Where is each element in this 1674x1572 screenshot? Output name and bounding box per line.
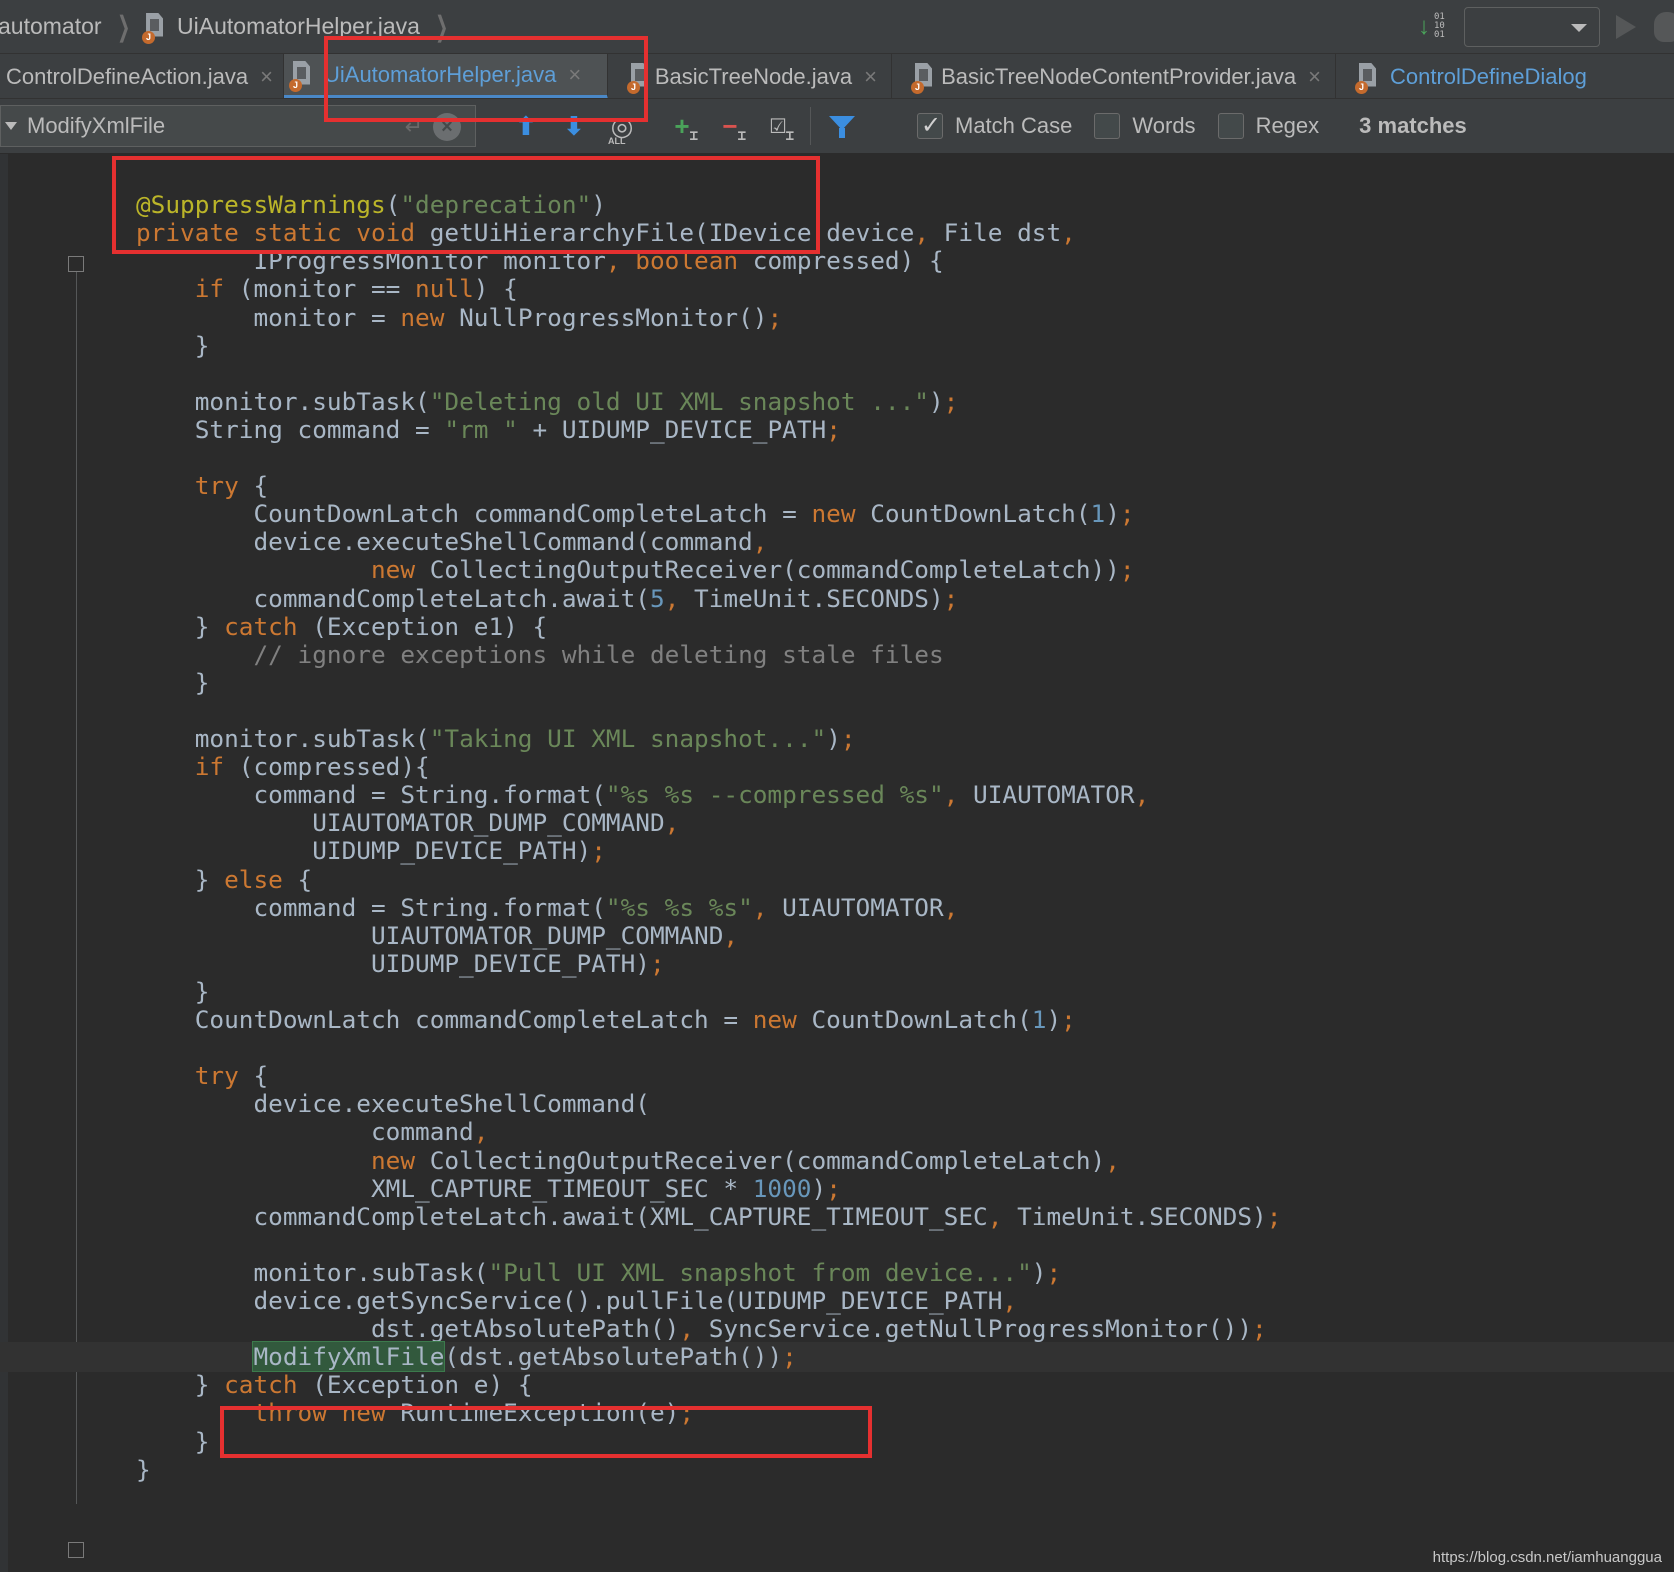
watermark: https://blog.csdn.net/iamhuanggua — [1432, 1549, 1662, 1566]
code-line[interactable]: } catch (Exception e1) { — [0, 612, 547, 642]
code-line[interactable]: device.executeShellCommand( — [0, 1089, 650, 1119]
regex-checkbox[interactable]: Regex — [1217, 113, 1320, 139]
match-case-checkbox[interactable]: Match Case — [917, 111, 1073, 140]
code-line[interactable]: String command = "rm " + UIDUMP_DEVICE_P… — [0, 415, 841, 445]
code-line[interactable]: CountDownLatch commandCompleteLatch = ne… — [0, 1005, 1076, 1035]
close-icon[interactable]: × — [1308, 64, 1321, 90]
filter-icon[interactable] — [827, 106, 861, 146]
run-configuration-dropdown[interactable] — [1464, 7, 1600, 47]
java-file-icon: J — [142, 12, 165, 44]
code-line[interactable] — [0, 1033, 136, 1063]
code-line[interactable]: monitor.subTask("Taking UI XML snapshot.… — [0, 724, 856, 754]
code-line[interactable]: ModifyXmlFile(dst.getAbsolutePath()); — [0, 1341, 1674, 1373]
code-line[interactable] — [0, 359, 136, 389]
regex-label: Regex — [1255, 113, 1320, 138]
code-line[interactable]: } catch (Exception e) { — [0, 1370, 533, 1400]
editor-tabs: ControlDefineAction.java × J UiAutomator… — [0, 54, 1674, 99]
code-line[interactable]: } — [0, 331, 210, 361]
code-line[interactable]: } else { — [0, 865, 313, 895]
code-line[interactable]: new CollectingOutputReceiver(commandComp… — [0, 1146, 1120, 1176]
java-file-icon: J — [1355, 62, 1378, 94]
toolbar-separator — [810, 107, 811, 145]
code-line[interactable]: monitor.subTask("Deleting old UI XML sna… — [0, 387, 959, 417]
tab-basictreenode[interactable]: J BasicTreeNode.java × — [608, 54, 892, 98]
tab-label: ControlDefineDialog — [1390, 63, 1587, 89]
code-line[interactable]: new CollectingOutputReceiver(commandComp… — [0, 555, 1135, 585]
code-line[interactable]: commandCompleteLatch.await(XML_CAPTURE_T… — [0, 1202, 1281, 1232]
toolbar-right: ↓ 01 10 01 — [1414, 0, 1674, 54]
code-line[interactable]: } — [0, 668, 210, 698]
tab-label: BasicTreeNode.java — [654, 63, 853, 89]
tab-controldefinedialog[interactable]: J ControlDefineDialog — [1336, 54, 1674, 98]
add-occurrence-icon[interactable]: + ⌶ — [666, 106, 698, 146]
code-line[interactable]: monitor.subTask("Pull UI XML snapshot fr… — [0, 1258, 1061, 1288]
code-editor[interactable]: @SuppressWarnings("deprecation") private … — [0, 154, 1674, 1572]
tab-controldefineaction[interactable]: ControlDefineAction.java × — [0, 54, 284, 98]
annotation-box-modify-call — [220, 1406, 872, 1458]
chevron-right-icon: ❯ — [116, 11, 130, 42]
match-case-label: Match Case — [955, 113, 1073, 138]
code-line[interactable]: if (compressed){ — [0, 752, 430, 782]
code-line[interactable]: device.getSyncService().pullFile(UIDUMP_… — [0, 1286, 1017, 1316]
code-line[interactable]: UIDUMP_DEVICE_PATH); — [0, 949, 665, 979]
fold-icon[interactable] — [68, 1542, 84, 1558]
code-line[interactable]: if (monitor == null) { — [0, 274, 518, 304]
code-line[interactable]: XML_CAPTURE_TIMEOUT_SEC * 1000); — [0, 1174, 841, 1204]
annotation-box-method-signature — [112, 156, 820, 254]
navigation-bar: automator ❯ J UiAutomatorHelper.java ❯ ↓… — [0, 0, 1674, 54]
code-line[interactable]: try { — [0, 471, 268, 501]
breadcrumb-package[interactable]: automator ❯ — [0, 0, 143, 54]
code-line[interactable] — [0, 443, 136, 473]
code-line[interactable]: dst.getAbsolutePath(), SyncService.getNu… — [0, 1314, 1267, 1344]
code-line[interactable]: command = String.format("%s %s --compres… — [0, 780, 1149, 810]
code-line[interactable]: // ignore exceptions while deleting stal… — [0, 640, 943, 670]
chevron-down-icon — [1571, 24, 1587, 32]
search-history-dropdown-icon[interactable] — [5, 122, 17, 130]
code-line[interactable]: command = String.format("%s %s %s", UIAU… — [0, 893, 958, 923]
code-line[interactable]: } — [0, 977, 210, 1007]
annotation-box-active-tab — [324, 36, 648, 122]
match-count: 3 matches — [1359, 113, 1467, 138]
code-line[interactable]: UIDUMP_DEVICE_PATH); — [0, 836, 606, 866]
code-line[interactable]: commandCompleteLatch.await(5, TimeUnit.S… — [0, 584, 958, 614]
java-file-icon: J — [911, 62, 932, 94]
match-case-box[interactable] — [917, 111, 943, 140]
remove-occurrence-icon[interactable]: − ⌶ — [714, 106, 746, 146]
select-all-label: ALL — [608, 136, 626, 146]
tab-label: ControlDefineAction.java — [6, 63, 249, 89]
code-line[interactable]: device.executeShellCommand(command, — [0, 527, 767, 557]
debug-icon[interactable] — [1654, 12, 1674, 42]
java-file-icon: J — [289, 60, 312, 92]
find-bar: ↵ × ⬆ ⬇ ◎ALL +⌶ −⌶ ☑⌶ Match Case Words R… — [0, 99, 1674, 154]
close-icon[interactable]: × — [260, 64, 273, 90]
tab-label: BasicTreeNodeContentProvider.java — [941, 63, 1297, 89]
words-box[interactable] — [1094, 113, 1121, 139]
vcs-update-icon[interactable]: ↓ 01 10 01 — [1414, 7, 1454, 47]
code-line[interactable] — [0, 1230, 136, 1260]
select-all-matches-icon[interactable]: ☑ ⌶ — [762, 106, 794, 146]
run-icon[interactable] — [1616, 15, 1636, 39]
breadcrumb-package-label: automator — [0, 13, 102, 39]
code-line[interactable]: monitor = new NullProgressMonitor(); — [0, 303, 782, 333]
code-line[interactable]: } — [0, 1455, 151, 1485]
words-checkbox[interactable]: Words — [1094, 113, 1196, 139]
code-line[interactable]: UIAUTOMATOR_DUMP_COMMAND, — [0, 808, 679, 838]
search-match: ModifyXmlFile — [252, 1341, 446, 1373]
words-label: Words — [1132, 113, 1196, 138]
close-icon[interactable]: × — [864, 64, 877, 90]
code-line[interactable]: CountDownLatch commandCompleteLatch = ne… — [0, 499, 1134, 529]
code-line[interactable]: command, — [0, 1117, 489, 1147]
code-line[interactable] — [0, 696, 136, 726]
code-line[interactable]: try { — [0, 1061, 268, 1091]
code-line[interactable]: } — [0, 1427, 210, 1457]
tab-basictreenodecontentprovider[interactable]: J BasicTreeNodeContentProvider.java × — [892, 54, 1336, 98]
code-line[interactable]: UIAUTOMATOR_DUMP_COMMAND, — [0, 921, 738, 951]
regex-box[interactable] — [1217, 113, 1244, 139]
